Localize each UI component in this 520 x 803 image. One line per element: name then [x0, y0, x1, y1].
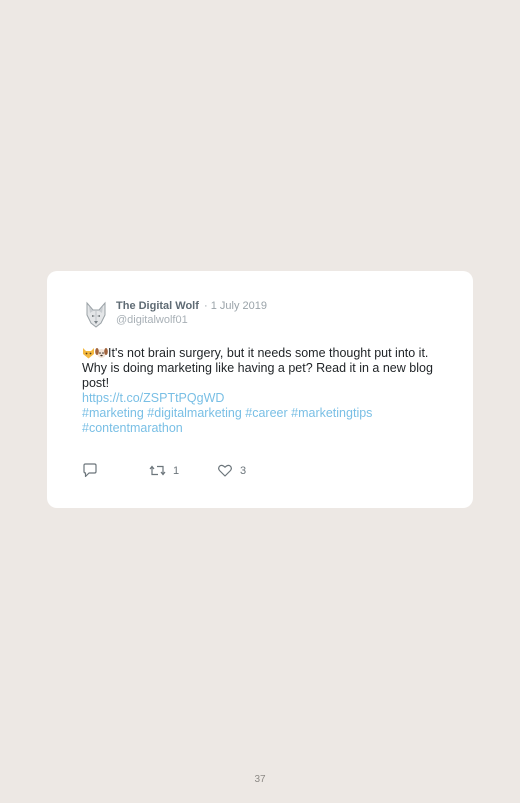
page-number: 37	[254, 774, 266, 785]
avatar[interactable]	[83, 301, 109, 329]
hashtags-line-2[interactable]: #contentmarathon	[82, 421, 183, 435]
author-handle[interactable]: @digitalwolf01	[116, 314, 188, 326]
like-count: 3	[240, 464, 247, 477]
author-name[interactable]: The Digital Wolf	[116, 300, 199, 312]
tweet-body: It's not brain surgery, but it needs som…	[82, 346, 444, 436]
tweet-text: It's not brain surgery, but it needs som…	[82, 346, 433, 390]
like-button[interactable]: 3	[217, 463, 246, 478]
retweet-button[interactable]: 1	[149, 463, 179, 478]
tweet-date[interactable]: 1 July 2019	[211, 300, 267, 312]
retweet-icon	[149, 465, 166, 476]
reply-icon	[83, 463, 97, 478]
hashtags-line-1[interactable]: #marketing #digitalmarketing #career #ma…	[82, 406, 372, 420]
tweet-header: The Digital Wolf · 1 July 2019	[116, 300, 267, 312]
retweet-count: 1	[173, 464, 180, 477]
reply-button[interactable]	[82, 463, 98, 478]
tweet-actions: 1 3	[82, 463, 302, 479]
wolf-avatar-icon	[86, 301, 106, 328]
header-separator: ·	[203, 300, 208, 312]
heart-icon	[218, 464, 232, 477]
dog-face-emoji	[95, 348, 108, 358]
tweet-card: The Digital Wolf · 1 July 2019 @digitalw…	[47, 271, 473, 508]
tweet-link[interactable]: https://t.co/ZSPTtPQgWD	[82, 391, 224, 405]
cat-face-emoji	[83, 348, 94, 359]
